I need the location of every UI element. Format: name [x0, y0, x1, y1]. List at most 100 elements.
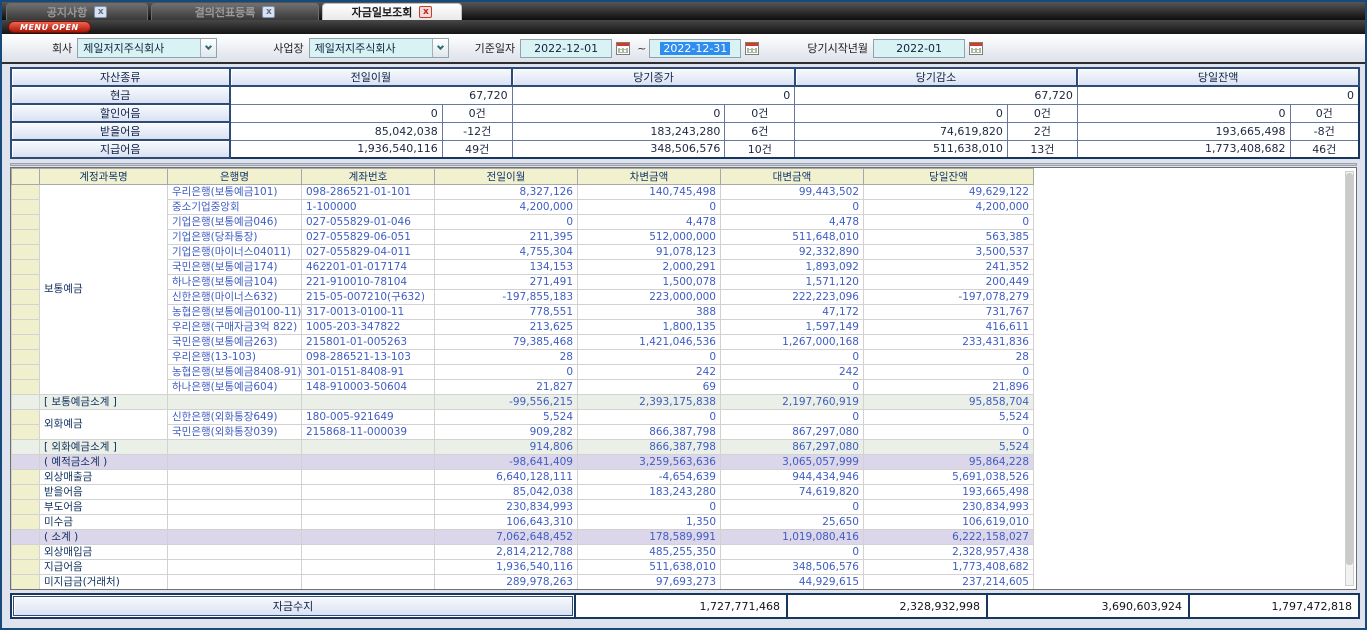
bank-name-cell — [168, 500, 302, 515]
row-indicator[interactable] — [12, 530, 40, 545]
row-indicator[interactable] — [12, 320, 40, 335]
amount-cell: 67,720 — [230, 86, 513, 104]
count-cell: 46건 — [1290, 140, 1359, 158]
footer-total: 1,727,771,468 — [574, 595, 786, 617]
row-indicator[interactable] — [12, 350, 40, 365]
site-select[interactable]: 제일저지주식회사 — [309, 38, 449, 58]
account-detail-table: 계정과목명 은행명 계좌번호 전일이월 차변금액 대변금액 당일잔액 보통예금우… — [11, 168, 1034, 590]
grid-row[interactable]: 받을어음85,042,038183,243,28074,619,820193,6… — [12, 485, 1034, 500]
row-indicator[interactable] — [12, 230, 40, 245]
tab-notice[interactable]: 공지사항 x — [6, 3, 148, 20]
vertical-scrollbar[interactable] — [1345, 171, 1354, 586]
grid-row[interactable]: [ 보통예금소계 ]-99,556,2152,393,175,8382,197,… — [12, 395, 1034, 410]
day-balance-cell: 6,222,158,027 — [864, 530, 1034, 545]
count-cell: -8건 — [1290, 122, 1359, 140]
grid-header-row: 계정과목명 은행명 계좌번호 전일이월 차변금액 대변금액 당일잔액 — [12, 169, 1034, 185]
account-number-cell: 462201-01-017174 — [302, 260, 435, 275]
account-number-cell: 1005-203-347822 — [302, 320, 435, 335]
day-balance-cell: 5,524 — [864, 410, 1034, 425]
grid-row[interactable]: [ 외화예금소계 ]914,806866,387,798867,297,0805… — [12, 440, 1034, 455]
row-indicator[interactable] — [12, 185, 40, 200]
row-indicator[interactable] — [12, 245, 40, 260]
row-indicator[interactable] — [12, 365, 40, 380]
grid-row[interactable]: 외화예금신한은행(외화통장649)180-005-9216495,524005,… — [12, 410, 1034, 425]
grid-row[interactable]: 지급어음1,936,540,116511,638,010348,506,5761… — [12, 560, 1034, 575]
grid-row[interactable]: 미수금106,643,3101,35025,650106,619,010 — [12, 515, 1034, 530]
close-icon[interactable]: x — [419, 6, 432, 18]
menu-open-button[interactable]: MENU OPEN — [8, 21, 91, 33]
account-number-cell — [302, 545, 435, 560]
credit-cell: 222,223,096 — [721, 290, 864, 305]
bank-name-cell: 농협은행(보통예금8408-91) — [168, 365, 302, 380]
amount-cell: 183,243,280 — [512, 122, 725, 140]
grid-row[interactable]: 외상매출금6,640,128,111-4,654,639944,434,9465… — [12, 470, 1034, 485]
grid-row[interactable]: 보통예금우리은행(보통예금101)098-286521-01-1018,327,… — [12, 185, 1034, 200]
credit-cell: 1,893,092 — [721, 260, 864, 275]
tab-label: 공지사항 — [47, 4, 87, 20]
credit-cell: 0 — [721, 380, 864, 395]
chevron-down-icon[interactable] — [200, 39, 216, 57]
row-indicator[interactable] — [12, 275, 40, 290]
close-icon[interactable]: x — [262, 6, 275, 18]
row-indicator[interactable] — [12, 380, 40, 395]
amount-cell: 511,638,010 — [795, 140, 1008, 158]
row-indicator-header — [12, 169, 40, 185]
row-indicator[interactable] — [12, 545, 40, 560]
period-start-input[interactable]: 2022-01 — [873, 39, 965, 58]
bank-name-cell — [168, 395, 302, 410]
tab-daily-funds-report[interactable]: 자금일보조회 x — [322, 3, 462, 20]
count-cell: 0건 — [725, 104, 795, 122]
row-indicator[interactable] — [12, 560, 40, 575]
row-indicator[interactable] — [12, 575, 40, 590]
debit-cell: 1,350 — [578, 515, 721, 530]
summary-row: 할인어음00건00건00건00건 — [11, 104, 1359, 122]
row-indicator[interactable] — [12, 200, 40, 215]
debit-cell: 2,393,175,838 — [578, 395, 721, 410]
row-indicator[interactable] — [12, 290, 40, 305]
app-window: 공지사항 x 결의전표등록 x 자금일보조회 x MENU OPEN 회사 제일… — [0, 0, 1367, 630]
row-indicator[interactable] — [12, 215, 40, 230]
credit-cell: 2,197,760,919 — [721, 395, 864, 410]
day-balance-cell: 731,767 — [864, 305, 1034, 320]
row-indicator[interactable] — [12, 455, 40, 470]
count-cell: 13건 — [1007, 140, 1077, 158]
prev-balance-cell: 914,806 — [435, 440, 578, 455]
debit-cell: 1,500,078 — [578, 275, 721, 290]
close-icon[interactable]: x — [94, 6, 107, 18]
row-indicator[interactable] — [12, 425, 40, 440]
date-range-tilde: ~ — [637, 42, 646, 55]
col-header: 은행명 — [168, 169, 302, 185]
row-indicator[interactable] — [12, 335, 40, 350]
company-select[interactable]: 제일저지주식회사 — [77, 38, 217, 58]
row-indicator[interactable] — [12, 395, 40, 410]
calendar-icon[interactable] — [616, 42, 630, 55]
date-from-input[interactable]: 2022-12-01 — [520, 39, 612, 58]
date-to-input[interactable]: 2022-12-31 — [649, 39, 741, 58]
row-indicator[interactable] — [12, 500, 40, 515]
day-balance-cell: 233,431,836 — [864, 335, 1034, 350]
grid-row[interactable]: 미지급금(거래처)289,978,26397,693,27344,929,615… — [12, 575, 1034, 590]
row-indicator[interactable] — [12, 485, 40, 500]
scrollbar-thumb[interactable] — [1346, 173, 1353, 565]
day-balance-cell: 0 — [864, 365, 1034, 380]
credit-cell: 0 — [721, 410, 864, 425]
row-indicator[interactable] — [12, 305, 40, 320]
grid-row[interactable]: ( 예적금소계 )-98,641,4093,259,563,6363,065,0… — [12, 455, 1034, 470]
calendar-icon[interactable] — [969, 42, 983, 55]
chevron-down-icon[interactable] — [432, 39, 448, 57]
grid-splitter[interactable] — [10, 163, 1357, 166]
grid-row[interactable]: 부도어음230,834,99300230,834,993 — [12, 500, 1034, 515]
row-indicator[interactable] — [12, 440, 40, 455]
row-indicator[interactable] — [12, 470, 40, 485]
col-header: 자산종류 — [11, 68, 230, 86]
grid-row[interactable]: 외상매입금2,814,212,788485,255,35002,328,957,… — [12, 545, 1034, 560]
grid-row[interactable]: ( 소계 )7,062,648,452178,589,9911,019,080,… — [12, 530, 1034, 545]
calendar-icon[interactable] — [745, 42, 759, 55]
row-indicator[interactable] — [12, 515, 40, 530]
row-indicator[interactable] — [12, 410, 40, 425]
row-indicator[interactable] — [12, 260, 40, 275]
account-group-cell: 외화예금 — [40, 410, 168, 440]
account-label-cell: 지급어음 — [40, 560, 168, 575]
tab-voucher-entry[interactable]: 결의전표등록 x — [151, 3, 319, 20]
base-date-label: 기준일자 — [475, 40, 515, 56]
